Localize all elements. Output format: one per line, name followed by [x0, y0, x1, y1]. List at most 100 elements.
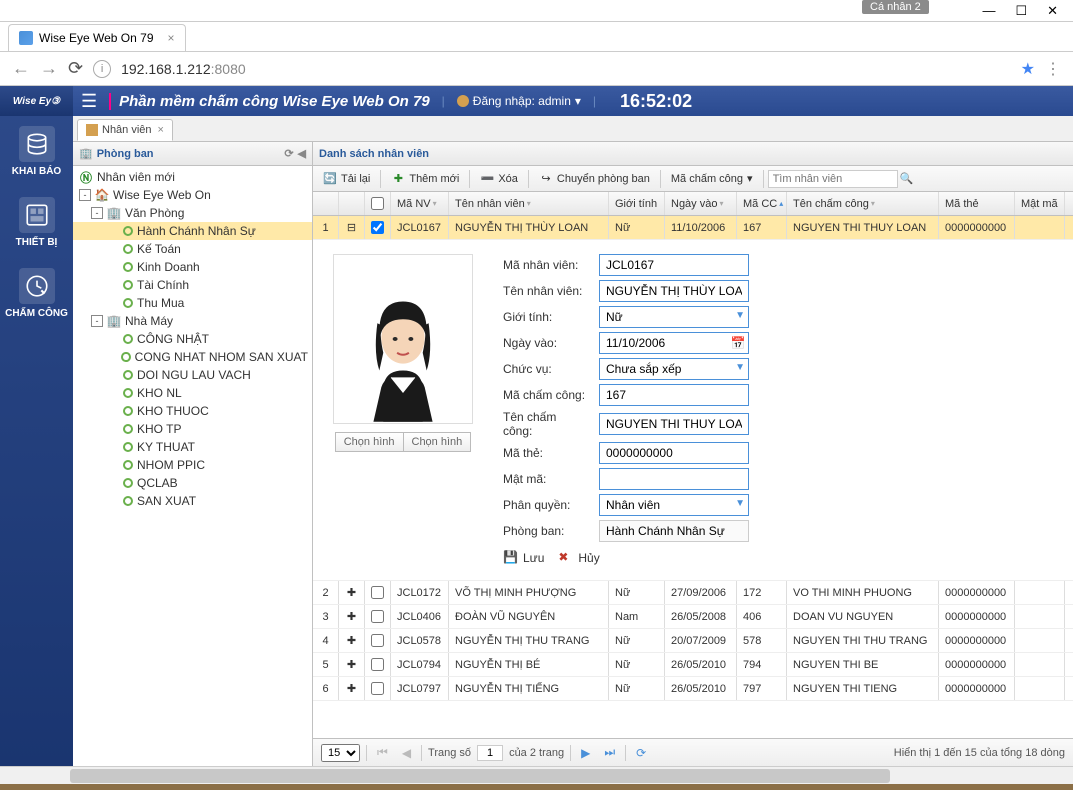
tree-node[interactable]: KY THUAT — [73, 438, 312, 456]
first-page-button[interactable]: ⏮ — [373, 745, 392, 760]
tree-node[interactable]: SAN XUAT — [73, 492, 312, 510]
tab-employees[interactable]: Nhân viên × — [77, 119, 173, 141]
expand-icon[interactable]: - — [91, 315, 103, 327]
col-ccname[interactable]: Tên chấm công▾ — [787, 192, 939, 215]
col-pass[interactable]: Mật mã — [1015, 192, 1065, 215]
forward-button[interactable]: → — [40, 58, 58, 79]
save-button[interactable]: 💾Lưu — [503, 550, 544, 566]
cancel-button[interactable]: ✖Hủy — [558, 550, 599, 566]
browser-tab[interactable]: Wise Eye Web On 79 × — [8, 24, 186, 51]
tree-node[interactable]: DOI NGU LAU VACH — [73, 366, 312, 384]
dept-tree[interactable]: ⓃNhân viên mới-🏠Wise Eye Web On-🏢Văn Phò… — [73, 166, 312, 766]
horizontal-scrollbar[interactable] — [0, 766, 1073, 784]
tree-node[interactable]: -🏢Nhà Máy — [73, 312, 312, 330]
table-row[interactable]: 3✚JCL0406ĐOÀN VŨ NGUYÊNNam26/05/2008406D… — [313, 605, 1073, 629]
code-mode-dropdown[interactable]: Mã chấm công ▾ — [665, 170, 759, 187]
bookmark-icon[interactable]: ★ — [1021, 59, 1035, 79]
rail-item-attendance[interactable]: CHẤM CÔNG — [0, 258, 73, 329]
emp-cc-input[interactable] — [599, 384, 749, 406]
logo: Wise Ey③ — [0, 86, 73, 116]
col-cc[interactable]: Mã CC▴ — [737, 192, 787, 215]
close-tab-button[interactable]: × — [168, 31, 175, 45]
login-info[interactable]: Đăng nhập: admin ▾ — [457, 94, 581, 108]
back-button[interactable]: ← — [12, 58, 30, 79]
reload-button[interactable]: ⟳ — [68, 58, 83, 79]
choose-photo-button-2[interactable]: Chọn hình — [403, 432, 472, 452]
maximize-button[interactable]: ☐ — [1015, 3, 1027, 19]
page-size-select[interactable]: 15 — [321, 744, 360, 762]
expand-row-icon[interactable]: ✚ — [339, 629, 365, 652]
tree-node[interactable]: CONG NHAT NHOM SAN XUAT — [73, 348, 312, 366]
col-name[interactable]: Tên nhân viên▾ — [449, 192, 609, 215]
bullet-icon — [123, 442, 133, 452]
col-checkbox[interactable] — [365, 192, 391, 215]
expand-row-icon[interactable]: ✚ — [339, 677, 365, 700]
table-row[interactable]: 5✚JCL0794NGUYỄN THỊ BÉNữ26/05/2010794NGU… — [313, 653, 1073, 677]
emp-position-select[interactable] — [599, 358, 749, 380]
emp-pass-input[interactable] — [599, 468, 749, 490]
expand-icon[interactable]: - — [79, 189, 91, 201]
emp-card-input[interactable] — [599, 442, 749, 464]
search-input[interactable] — [768, 170, 898, 188]
col-code[interactable]: Mã NV▾ — [391, 192, 449, 215]
reload-button[interactable]: 🔄 Tải lại — [317, 170, 376, 188]
add-button[interactable]: ✚ Thêm mới — [385, 170, 465, 188]
tree-node[interactable]: Thu Mua — [73, 294, 312, 312]
expand-row-icon[interactable]: ✚ — [339, 653, 365, 676]
emp-name-input[interactable] — [599, 280, 749, 302]
tree-node[interactable]: Tài Chính — [73, 276, 312, 294]
bullet-icon — [123, 406, 133, 416]
tree-node[interactable]: ⓃNhân viên mới — [73, 168, 312, 186]
refresh-pager-button[interactable]: ⟳ — [632, 746, 650, 760]
url-text[interactable]: 192.168.1.212:8080 — [121, 61, 1011, 77]
tree-node[interactable]: QCLAB — [73, 474, 312, 492]
move-dept-button[interactable]: ↪ Chuyển phòng ban — [533, 170, 656, 188]
tree-node[interactable]: -🏢Văn Phòng — [73, 204, 312, 222]
browser-menu-icon[interactable]: ⋮ — [1045, 59, 1061, 79]
minimize-button[interactable]: — — [982, 3, 995, 18]
site-info-icon[interactable]: i — [93, 60, 111, 78]
tree-node[interactable]: Kinh Doanh — [73, 258, 312, 276]
tree-node[interactable]: Hành Chánh Nhân Sự — [73, 222, 312, 240]
col-date[interactable]: Ngày vào▾ — [665, 192, 737, 215]
expand-row-icon[interactable]: ⊟ — [339, 216, 365, 239]
expand-icon[interactable]: - — [91, 207, 103, 219]
expand-row-icon[interactable]: ✚ — [339, 581, 365, 604]
refresh-tree-icon[interactable]: ⟳ — [284, 147, 293, 160]
emp-ccname-input[interactable] — [599, 413, 749, 435]
close-window-button[interactable]: ✕ — [1047, 3, 1058, 19]
col-card[interactable]: Mã thẻ — [939, 192, 1015, 215]
table-row[interactable]: 6✚JCL0797NGUYỄN THỊ TIẾNGNữ26/05/2010797… — [313, 677, 1073, 701]
emp-code-input[interactable] — [599, 254, 749, 276]
tree-node[interactable]: NHOM PPIC — [73, 456, 312, 474]
prev-page-button[interactable]: ◀ — [398, 746, 415, 760]
emp-role-select[interactable] — [599, 494, 749, 516]
tree-node[interactable]: -🏠Wise Eye Web On — [73, 186, 312, 204]
close-tab-icon[interactable]: × — [158, 124, 164, 136]
table-row[interactable]: 4✚JCL0578NGUYỄN THỊ THU TRANGNữ20/07/200… — [313, 629, 1073, 653]
col-gender[interactable]: Giới tính — [609, 192, 665, 215]
next-page-button[interactable]: ▶ — [577, 746, 594, 760]
rail-item-device[interactable]: THIẾT BỊ — [0, 187, 73, 258]
scrollbar-thumb[interactable] — [70, 769, 890, 783]
collapse-panel-icon[interactable]: ◀ — [298, 147, 306, 160]
table-row[interactable]: 1⊟JCL0167NGUYỄN THỊ THÙY LOANNữ11/10/200… — [313, 216, 1073, 240]
tree-node[interactable]: KHO TP — [73, 420, 312, 438]
tree-node[interactable]: KHO THUOC — [73, 402, 312, 420]
calendar-icon[interactable]: 📅 — [729, 334, 747, 352]
hamburger-icon[interactable]: ☰ — [81, 91, 97, 112]
choose-photo-button-1[interactable]: Chọn hình — [335, 432, 403, 452]
delete-button[interactable]: ➖ Xóa — [474, 170, 524, 188]
tree-node[interactable]: CÔNG NHẬT — [73, 330, 312, 348]
tree-node[interactable]: KHO NL — [73, 384, 312, 402]
last-page-button[interactable]: ⏭ — [600, 745, 619, 760]
expand-row-icon[interactable]: ✚ — [339, 605, 365, 628]
table-row[interactable]: 2✚JCL0172VÕ THỊ MINH PHƯỢNGNữ27/09/20061… — [313, 581, 1073, 605]
search-icon[interactable]: 🔍 — [900, 172, 914, 185]
rail-item-declare[interactable]: KHAI BÁO — [0, 116, 73, 187]
grid-body[interactable]: 1⊟JCL0167NGUYỄN THỊ THÙY LOANNữ11/10/200… — [313, 216, 1073, 738]
emp-date-input[interactable] — [599, 332, 749, 354]
emp-gender-select[interactable] — [599, 306, 749, 328]
page-number-input[interactable] — [477, 745, 503, 761]
tree-node[interactable]: Kế Toán — [73, 240, 312, 258]
